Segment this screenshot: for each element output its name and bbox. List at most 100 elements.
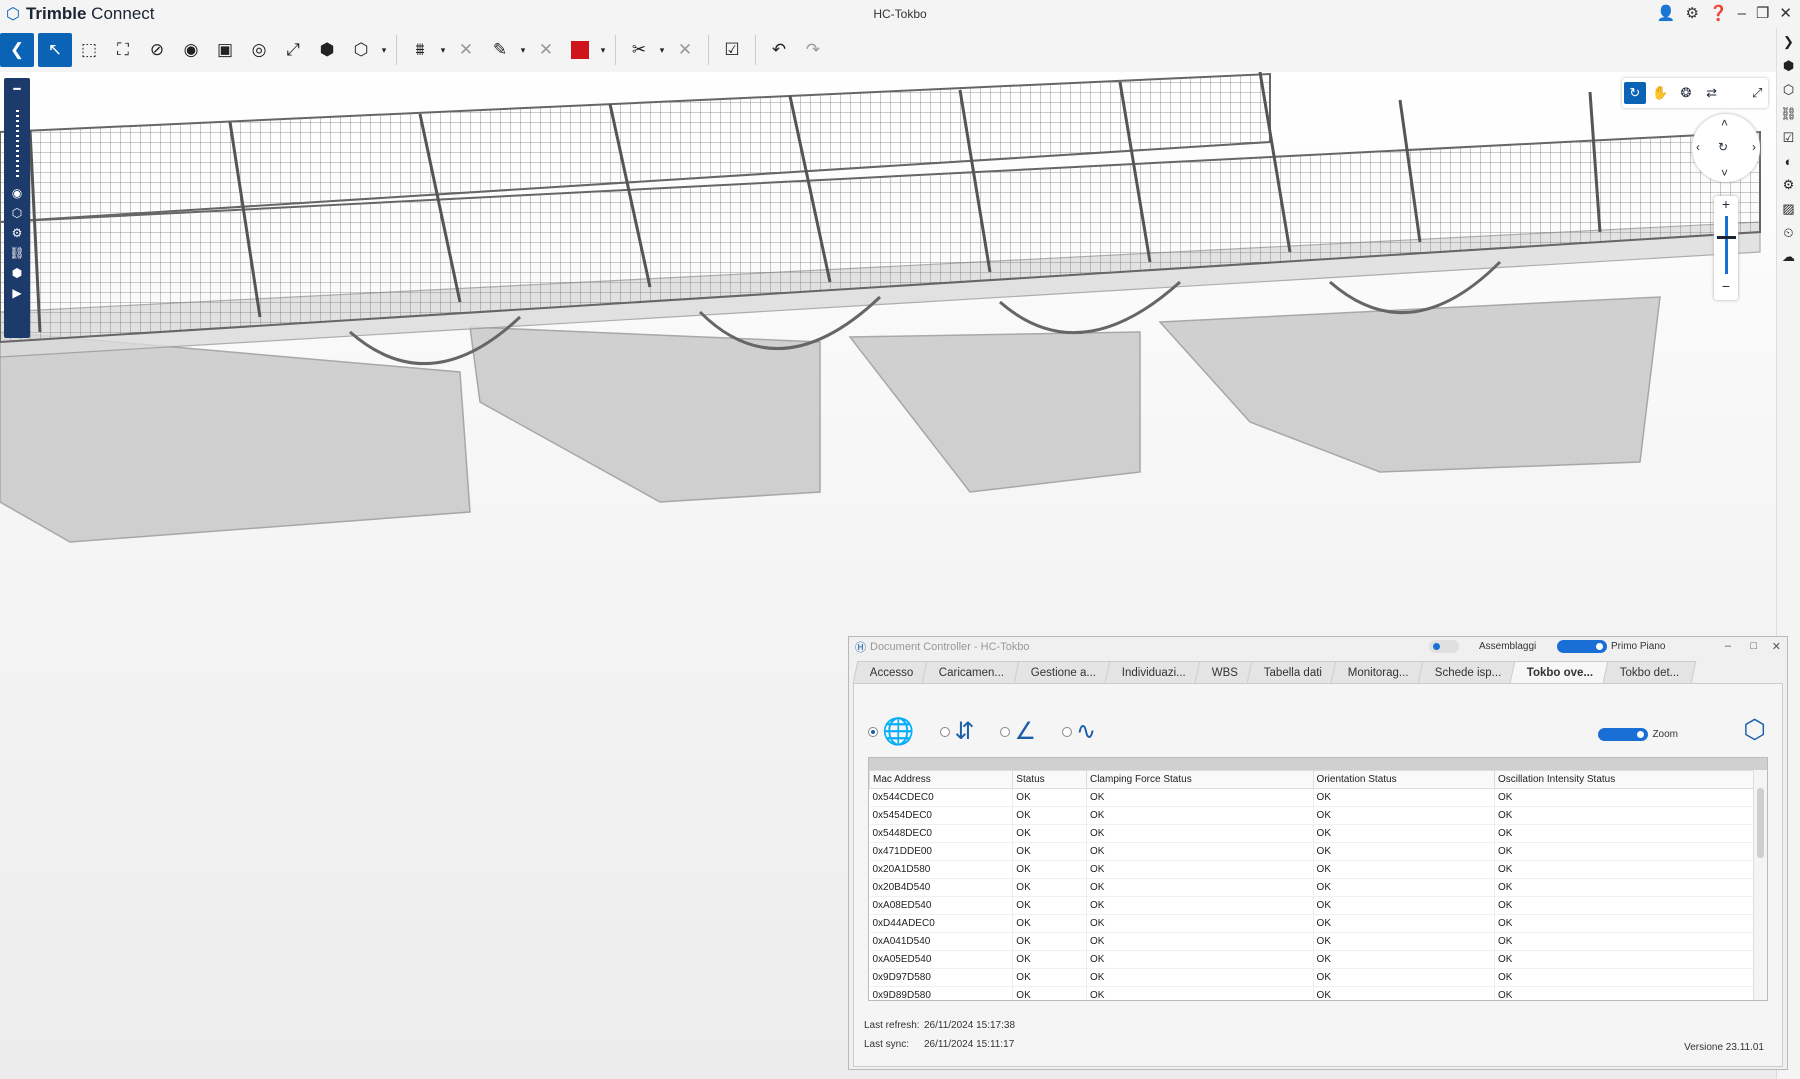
isolate-icon[interactable]: ◉ [174, 33, 208, 67]
measure-icon[interactable]: ⩩ [403, 33, 437, 67]
visibility-icon[interactable]: ◎ [242, 33, 276, 67]
radio-oscillation[interactable] [1062, 726, 1072, 737]
view-cube-icon[interactable]: ⬡ [344, 33, 378, 67]
table-scrollbar[interactable] [1753, 770, 1767, 1000]
tab-gestione[interactable]: Gestione a... [1013, 661, 1114, 683]
col-orientation[interactable]: Orientation Status [1312, 770, 1495, 789]
chevron-down-icon[interactable]: ▾ [597, 33, 609, 67]
col-oscillation[interactable]: Oscillation Intensity Status [1493, 770, 1755, 789]
orbit-compass[interactable]: ˄ ‹ › ˅ ↻ [1692, 114, 1760, 182]
object-add-icon[interactable]: ⬢ [310, 33, 344, 67]
gear-icon[interactable]: ⚙ [1685, 4, 1698, 22]
select-pointer-icon[interactable]: ↖ [38, 33, 72, 67]
mode-clamping[interactable]: ⇵ [940, 717, 974, 746]
mode-status[interactable]: 🌐 [868, 716, 914, 747]
user-icon[interactable]: 👤 [1657, 4, 1676, 22]
table-row[interactable]: 0x20A1D580 OK OK OK OK [869, 860, 1755, 879]
gear-icon[interactable]: ⚙ [1783, 177, 1795, 193]
mode-orientation[interactable]: ∠ [1000, 717, 1036, 746]
chevron-up-icon[interactable]: ˄ [1721, 116, 1728, 130]
chevron-left-icon[interactable]: ‹ [1696, 140, 1700, 154]
chevron-right-icon[interactable]: ❯ [1783, 34, 1794, 50]
bridge-model[interactable] [0, 72, 1776, 632]
section-plane-icon[interactable]: ▣ [208, 33, 242, 67]
table-row[interactable]: 0xD44ADEC0 OK OK OK OK [869, 914, 1755, 933]
restore-button[interactable]: ❐ [1756, 4, 1769, 22]
link-icon[interactable]: ⛓ [9, 246, 24, 260]
close-icon[interactable]: ✕ [449, 33, 483, 67]
mode-oscillation[interactable]: ∿ [1062, 717, 1096, 746]
clear-selection-icon[interactable]: ☑ [715, 33, 749, 67]
dc-close-button[interactable]: ✕ [1772, 640, 1781, 653]
cube-view-icon[interactable]: ⬡ [1743, 714, 1766, 745]
hide-icon[interactable]: ⊘ [140, 33, 174, 67]
zoom-slider[interactable] [1716, 216, 1736, 274]
zoom-toggle[interactable] [1598, 728, 1649, 741]
orbit-mode-icon[interactable]: ↻ [1624, 82, 1646, 104]
chevron-down-icon[interactable]: ▾ [656, 33, 668, 67]
link-icon[interactable]: ⛓ [1780, 106, 1797, 122]
table-row[interactable]: 0x20B4D540 OK OK OK OK [869, 878, 1755, 897]
assemblies-toggle[interactable] [1429, 640, 1459, 653]
close-icon[interactable]: ✕ [529, 33, 563, 67]
pan-hand-icon[interactable]: ✋ [1650, 82, 1672, 104]
close-button[interactable]: ✕ [1779, 4, 1792, 22]
chevron-down-icon[interactable]: ▾ [517, 33, 529, 67]
dc-maximize-button[interactable]: □ [1750, 640, 1757, 652]
play-icon[interactable]: ▶ [12, 286, 21, 300]
radio-orientation[interactable] [1000, 726, 1011, 737]
tab-accesso[interactable]: Accesso [852, 661, 931, 683]
swap-icon[interactable]: ⇄ [1701, 82, 1723, 104]
tab-schede-ispezione[interactable]: Schede isp... [1417, 661, 1519, 683]
help-icon[interactable]: ❓ [1709, 4, 1728, 22]
chevron-down-icon[interactable]: ▾ [378, 33, 390, 67]
image-icon[interactable]: ▨ [1782, 201, 1794, 217]
tab-tokbo-overview[interactable]: Tokbo ove... [1510, 661, 1612, 683]
todo-icon[interactable]: ☑ [1783, 130, 1795, 146]
table-row[interactable]: 0xA08ED540 OK OK OK OK [869, 896, 1755, 915]
chevron-right-icon[interactable]: › [1752, 140, 1756, 154]
radio-clamping[interactable] [940, 726, 951, 737]
table-row[interactable]: 0x9D89D580 OK OK OK OK [869, 986, 1755, 1000]
clip-slider[interactable] [15, 110, 19, 180]
fit-view-icon[interactable]: ⛶ [106, 33, 140, 67]
redo-icon[interactable]: ↷ [796, 33, 830, 67]
back-arrow-icon[interactable]: ❮ [0, 33, 34, 67]
zoom-out-icon[interactable]: − [1722, 278, 1730, 294]
table-row[interactable]: 0xA05ED540 OK OK OK OK [869, 950, 1755, 969]
table-row[interactable]: 0x544CDEC0 OK OK OK OK [869, 788, 1755, 807]
cube-icon[interactable]: ⬡ [12, 206, 22, 220]
tab-caricamento[interactable]: Caricamen... [922, 661, 1022, 683]
layers-icon[interactable]: ⬢ [12, 266, 22, 280]
gear-icon[interactable]: ⚙ [12, 226, 23, 240]
table-row[interactable]: 0x471DDE00 OK OK OK OK [869, 842, 1755, 861]
clock-icon[interactable]: ⏲ [1783, 225, 1793, 241]
col-clamping[interactable]: Clamping Force Status [1085, 770, 1314, 789]
scrollbar-thumb[interactable] [1757, 788, 1764, 858]
undo-icon[interactable]: ↶ [762, 33, 796, 67]
models-icon[interactable]: ⬢ [1783, 58, 1794, 74]
walk-icon[interactable]: ❂ [1675, 82, 1697, 104]
cut-icon[interactable]: ✂ [622, 33, 656, 67]
tab-tabella-dati[interactable]: Tabella dati [1246, 661, 1340, 683]
minimize-button[interactable]: – [1738, 5, 1746, 22]
dc-minimize-button[interactable]: – [1725, 640, 1731, 652]
table-row[interactable]: 0x5448DEC0 OK OK OK OK [869, 824, 1755, 843]
orbit-center-icon[interactable]: ↻ [1718, 140, 1728, 154]
slider-handle-icon[interactable]: ━ [13, 82, 20, 96]
foreground-toggle[interactable] [1557, 640, 1607, 653]
cloud-icon[interactable]: ☁ [1782, 249, 1795, 265]
close-icon[interactable]: ✕ [668, 33, 702, 67]
markup-pen-icon[interactable]: ✎ [483, 33, 517, 67]
table-row[interactable]: 0x5454DEC0 OK OK OK OK [869, 806, 1755, 825]
tab-tokbo-dettaglio[interactable]: Tokbo det... [1602, 661, 1697, 683]
table-row[interactable]: 0x9D97D580 OK OK OK OK [869, 968, 1755, 987]
col-status[interactable]: Status [1012, 770, 1087, 789]
radio-status[interactable] [868, 726, 878, 737]
chevron-down-icon[interactable]: ˅ [1721, 166, 1728, 180]
cube-icon[interactable]: ⬡ [1783, 82, 1794, 98]
table-row[interactable]: 0xA041D540 OK OK OK OK [869, 932, 1755, 951]
tab-individuazione[interactable]: Individuazi... [1104, 661, 1204, 683]
tab-monitoraggio[interactable]: Monitorag... [1330, 661, 1427, 683]
eye-icon[interactable]: ◉ [12, 186, 22, 200]
